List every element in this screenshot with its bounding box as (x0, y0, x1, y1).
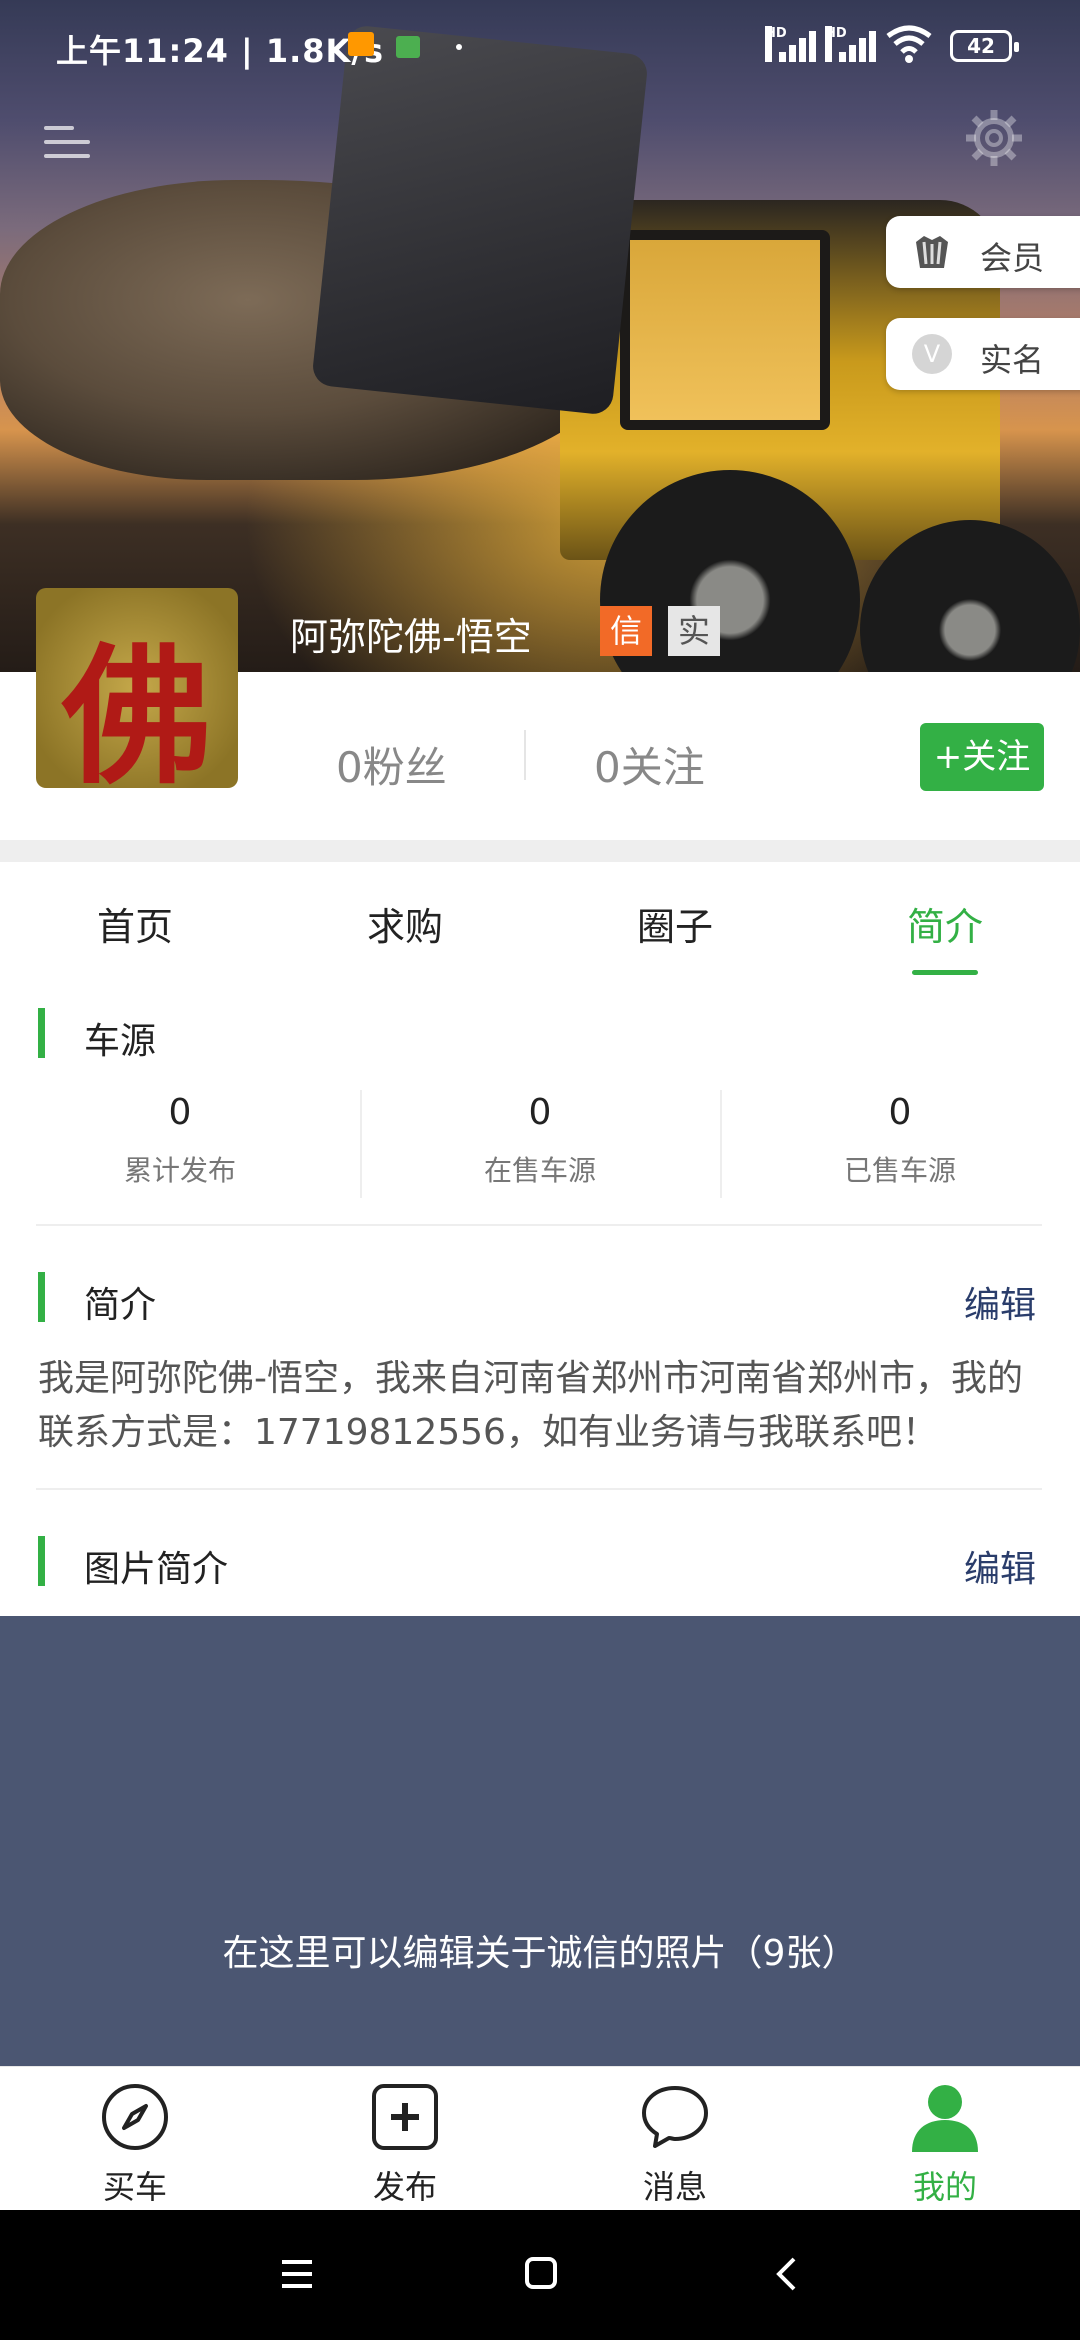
status-time: 上午11:24 | 1.8K/s (56, 32, 385, 70)
divider (36, 1488, 1042, 1490)
signal-icon: HD (765, 26, 816, 62)
edit-photos-link[interactable]: 编辑 (964, 1540, 1036, 1592)
nav-label: 买车 (102, 2168, 167, 2206)
divider (36, 1224, 1042, 1226)
more-notifications-icon (456, 44, 462, 50)
vehicle-section-title: 车源 (84, 1021, 157, 1062)
follow-button[interactable]: +关注 (920, 723, 1044, 791)
member-crown-icon (916, 236, 948, 268)
download-icon (396, 36, 420, 58)
section-marker (38, 1536, 45, 1586)
system-navigation-bar (0, 2210, 1080, 2340)
avatar-glyph: 佛 (61, 629, 212, 788)
stat-total-published[interactable]: 0 累计发布 (0, 1092, 360, 1189)
tab-purchase-requests[interactable]: 求购 (270, 896, 540, 951)
photo-placeholder-area[interactable] (0, 1616, 1080, 2066)
photo-placeholder-text: 在这里可以编辑关于诚信的照片（9张） (222, 1933, 858, 1974)
username: 阿弥陀佛-悟空 (290, 615, 532, 659)
plus-square-icon (372, 2084, 438, 2150)
credit-badge: 信 (600, 606, 652, 656)
notification-icon (348, 32, 374, 56)
recent-apps-icon[interactable] (280, 2258, 314, 2290)
member-button[interactable]: 会员 (886, 216, 1080, 288)
compass-icon (102, 2084, 168, 2150)
stat-value: 0 (168, 1092, 192, 1133)
realname-button[interactable]: V 实名 (886, 318, 1080, 390)
follows-count[interactable]: 0关注 (594, 734, 705, 795)
menu-icon[interactable] (44, 122, 90, 162)
divider (720, 1090, 722, 1198)
signal-icon: HD (825, 26, 876, 62)
stat-sold[interactable]: 0 已售车源 (720, 1092, 1080, 1189)
tab-circle[interactable]: 圈子 (540, 896, 810, 951)
stat-on-sale[interactable]: 0 在售车源 (360, 1092, 720, 1189)
tab-intro[interactable]: 简介 (810, 896, 1080, 951)
nav-label: 发布 (372, 2168, 437, 2206)
divider (360, 1090, 362, 1198)
verified-icon: V (912, 334, 952, 374)
person-icon (912, 2085, 978, 2152)
avatar[interactable]: 佛 (36, 588, 238, 788)
fans-count[interactable]: 0粉丝 (336, 734, 447, 795)
battery-icon: 42 (950, 30, 1019, 62)
nav-mine[interactable]: 我的 (810, 2076, 1080, 2206)
edit-intro-link[interactable]: 编辑 (964, 1276, 1036, 1328)
status-bar: 上午11:24 | 1.8K/s HD HD 42 (0, 0, 1080, 92)
nav-buy-car[interactable]: 买车 (0, 2076, 270, 2206)
gear-icon[interactable] (964, 108, 1024, 168)
member-label: 会员 (980, 239, 1045, 277)
chat-bubble-icon (642, 2086, 708, 2148)
section-marker (38, 1272, 45, 1322)
section-gap (0, 840, 1080, 862)
intro-text: 我是阿弥陀佛-悟空，我来自河南省郑州市河南省郑州市，我的联系方式是：177198… (38, 1358, 1023, 1453)
realname-label: 实名 (980, 341, 1045, 379)
stat-value: 0 (528, 1092, 552, 1133)
nav-label: 我的 (912, 2168, 977, 2206)
intro-section-title: 简介 (84, 1285, 157, 1326)
nav-messages[interactable]: 消息 (540, 2076, 810, 2206)
real-badge: 实 (668, 606, 720, 656)
wifi-icon (886, 25, 932, 63)
stat-value: 0 (888, 1092, 912, 1133)
stat-label: 累计发布 (123, 1154, 236, 1187)
section-marker (38, 1008, 45, 1058)
tab-active-indicator (912, 970, 978, 975)
nav-publish[interactable]: 发布 (270, 2076, 540, 2206)
home-icon[interactable] (524, 2256, 558, 2290)
back-icon[interactable] (774, 2256, 798, 2292)
stat-label: 在售车源 (483, 1154, 596, 1187)
photo-section-title: 图片简介 (84, 1549, 229, 1590)
banner-loader-cab (620, 230, 830, 430)
divider (524, 730, 526, 780)
nav-label: 消息 (642, 2168, 707, 2206)
tab-home[interactable]: 首页 (0, 896, 270, 951)
stat-label: 已售车源 (843, 1154, 956, 1187)
